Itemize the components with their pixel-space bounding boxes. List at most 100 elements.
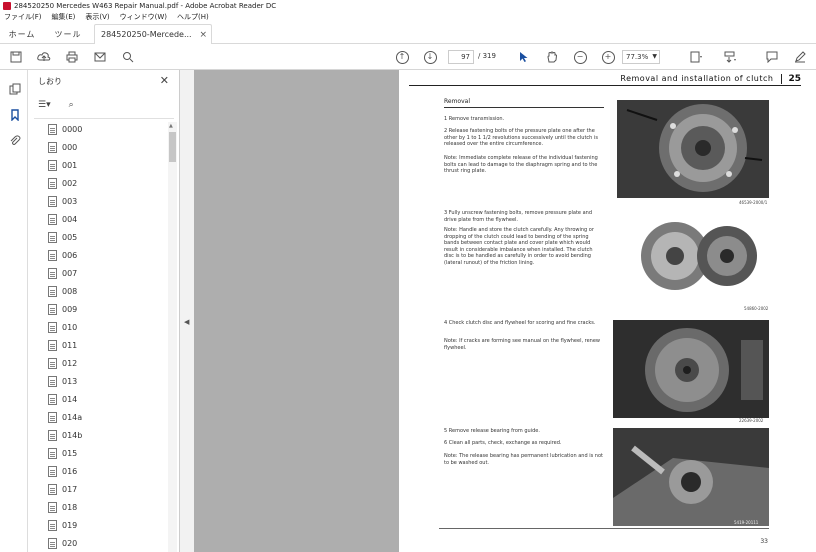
comment-icon[interactable] xyxy=(764,49,780,65)
pressure-plate-and-disc-photo xyxy=(637,210,762,302)
document-icon xyxy=(48,447,57,459)
bookmark-item[interactable]: 016 xyxy=(48,464,77,478)
document-icon xyxy=(48,303,57,315)
bookmark-item[interactable]: 010 xyxy=(48,320,77,334)
bookmark-item[interactable]: 008 xyxy=(48,284,77,298)
find-bookmark-icon[interactable]: ⌕ xyxy=(69,100,74,110)
note-1-text: Note: Immediate complete release of the … xyxy=(444,155,598,174)
document-icon xyxy=(48,375,57,387)
document-icon xyxy=(48,141,57,153)
scroll-up-icon[interactable]: ▲ xyxy=(169,123,173,129)
bookmark-item[interactable]: 018 xyxy=(48,500,77,514)
menu-edit[interactable]: 編集(E) xyxy=(52,12,76,22)
bookmark-item[interactable]: 0000 xyxy=(48,122,82,136)
document-icon xyxy=(48,321,57,333)
bookmark-item[interactable]: 006 xyxy=(48,248,77,262)
zoom-in-icon[interactable]: + xyxy=(600,49,616,65)
zoom-level-select[interactable]: 77.3% ▼ xyxy=(622,50,660,64)
scroll-thumb[interactable] xyxy=(169,132,176,162)
bookmark-item[interactable]: 000 xyxy=(48,140,77,154)
bookmark-item[interactable]: 007 xyxy=(48,266,77,280)
bookmark-item[interactable]: 002 xyxy=(48,176,77,190)
bookmarks-scrollbar[interactable]: ▲ xyxy=(168,122,177,552)
attachment-icon[interactable] xyxy=(8,134,21,147)
step-1-text: 1 Remove transmission. xyxy=(444,116,505,122)
bookmark-item[interactable]: 015 xyxy=(48,446,77,460)
bookmark-item[interactable]: 014a xyxy=(48,410,82,424)
bookmark-item[interactable]: 017 xyxy=(48,482,77,496)
document-icon xyxy=(48,483,57,495)
email-icon[interactable] xyxy=(92,49,108,65)
bookmark-item[interactable]: 019 xyxy=(48,518,77,532)
flywheel-photo xyxy=(613,320,769,418)
step-3-text: 3 Fully unscrew fastening bolts, remove … xyxy=(444,210,593,223)
bookmark-item[interactable]: 005 xyxy=(48,230,77,244)
menu-view[interactable]: 表示(V) xyxy=(85,12,109,22)
collapse-panel-icon[interactable]: ◀ xyxy=(184,318,189,326)
bookmark-item[interactable]: 001 xyxy=(48,158,77,172)
zoom-out-icon[interactable]: − xyxy=(572,49,588,65)
menu-help[interactable]: ヘルプ(H) xyxy=(177,12,209,22)
bookmark-item[interactable]: 012 xyxy=(48,356,77,370)
select-cursor-icon[interactable] xyxy=(516,49,532,65)
bookmarks-panel: しおり ✕ ☰▾ ⌕ 0000 000 001 002 003 004 005 … xyxy=(28,70,180,552)
tab-home[interactable]: ホーム xyxy=(4,24,40,44)
bookmarks-toolbar: ☰▾ ⌕ xyxy=(38,98,74,112)
print-icon[interactable] xyxy=(64,49,80,65)
scroll-mode-icon[interactable] xyxy=(722,49,738,65)
acrobat-app-icon xyxy=(3,2,11,10)
note-3-text: Note: If cracks are forming see manual o… xyxy=(444,338,601,351)
next-page-icon[interactable]: ↓ xyxy=(422,49,438,65)
document-icon xyxy=(48,249,57,261)
window-title: 284520250 Mercedes W463 Repair Manual.pd… xyxy=(14,2,277,10)
tab-bar: ホーム ツール 284520250-Mercede... × xyxy=(0,22,816,44)
photo-4-caption: 5419-20111 xyxy=(734,520,759,525)
bookmark-item[interactable]: 009 xyxy=(48,302,77,316)
close-tab-icon[interactable]: × xyxy=(199,30,207,40)
release-bearing-photo xyxy=(613,428,769,526)
pen-icon[interactable] xyxy=(792,49,808,65)
clutch-pressure-plate-photo xyxy=(617,100,769,198)
save-icon[interactable] xyxy=(8,49,24,65)
bookmark-item[interactable]: 013 xyxy=(48,374,77,388)
menu-file[interactable]: ファイル(F) xyxy=(4,12,42,22)
bookmarks-list: 0000 000 001 002 003 004 005 006 007 008… xyxy=(28,122,166,552)
bookmark-item[interactable]: 014 xyxy=(48,392,77,406)
menu-window[interactable]: ウィンドウ(W) xyxy=(120,12,167,22)
bookmark-item[interactable]: 020 xyxy=(48,536,77,550)
tab-tools[interactable]: ツール xyxy=(44,24,92,44)
bookmark-item[interactable]: 014b xyxy=(48,428,82,442)
document-icon xyxy=(48,213,57,225)
bookmark-options-icon[interactable]: ☰▾ xyxy=(38,100,51,110)
bookmark-item[interactable]: 004 xyxy=(48,212,77,226)
note-4-text: Note: The release bearing has permanent … xyxy=(444,453,603,466)
document-icon xyxy=(48,519,57,531)
section-heading: Removal xyxy=(444,98,604,108)
tab-document-label: 284520250-Mercede... xyxy=(101,30,192,39)
page-fit-icon[interactable] xyxy=(688,49,704,65)
page-number-input[interactable]: 97 xyxy=(448,50,474,64)
page-thumbnails-icon[interactable] xyxy=(8,82,21,95)
divider xyxy=(34,118,174,119)
document-icon xyxy=(48,195,57,207)
bookmark-item[interactable]: 003 xyxy=(48,194,77,208)
close-panel-icon[interactable]: ✕ xyxy=(160,74,169,87)
bookmarks-panel-title: しおり xyxy=(38,77,62,86)
step-6-text: 6 Clean all parts, check, exchange as re… xyxy=(444,440,562,446)
search-icon[interactable] xyxy=(120,49,136,65)
bookmark-item[interactable]: 011 xyxy=(48,338,77,352)
bookmark-icon[interactable] xyxy=(8,108,21,121)
cloud-upload-icon[interactable] xyxy=(36,49,52,65)
tab-document[interactable]: 284520250-Mercede... × xyxy=(94,24,212,44)
left-navigation-rail xyxy=(0,70,28,552)
hand-tool-icon[interactable] xyxy=(544,49,560,65)
document-icon xyxy=(48,501,57,513)
document-canvas[interactable]: Removal and installation of clutch 25 Re… xyxy=(194,70,816,552)
panel-splitter[interactable]: ◀ xyxy=(180,70,194,552)
document-icon xyxy=(48,339,57,351)
document-icon xyxy=(48,429,57,441)
photo-3-caption: 22639-2002 xyxy=(739,418,764,423)
previous-page-icon[interactable]: ↑ xyxy=(394,49,410,65)
photo-2-caption: 54860-2002 xyxy=(744,306,769,311)
page-header-title: Removal and installation of clutch xyxy=(620,74,774,83)
